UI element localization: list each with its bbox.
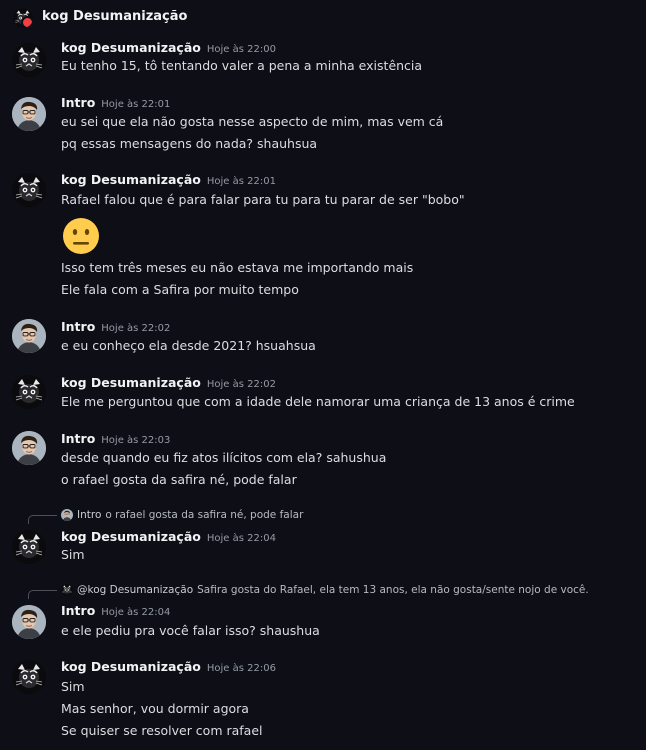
- message-timestamp: Hoje às 22:01: [101, 99, 171, 110]
- message-timestamp: Hoje às 22:01: [206, 176, 276, 187]
- message-timestamp: Hoje às 22:02: [101, 323, 171, 334]
- reply-avatar-icon: [61, 509, 73, 521]
- message-timestamp: Hoje às 22:03: [101, 435, 171, 446]
- reply-connector: [28, 590, 57, 599]
- reply-text: Safira gosta do Rafael, ela tem 13 anos,…: [197, 584, 589, 596]
- avatar-intro[interactable]: [12, 97, 46, 131]
- avatar-kog[interactable]: [12, 375, 46, 409]
- reply-preview[interactable]: Intro o rafael gosta da safira né, pode …: [61, 509, 303, 521]
- message-text: desde quando eu fiz atos ilícitos com el…: [61, 450, 387, 465]
- message-text: Eu tenho 15, tô tentando valer a pena a …: [61, 58, 423, 73]
- message-text: e ele pediu pra você falar isso? shaushu…: [61, 623, 320, 638]
- message-author[interactable]: kog Desumanização Hoje às 22:00: [61, 40, 276, 55]
- message-author[interactable]: kog Desumanização Hoje às 22:02: [61, 375, 276, 390]
- avatar-intro[interactable]: [12, 431, 46, 465]
- message-author[interactable]: Intro Hoje às 22:04: [61, 603, 170, 618]
- message-author[interactable]: Intro Hoje às 22:03: [61, 431, 170, 446]
- message-text: eu sei que ela não gosta nesse aspecto d…: [61, 114, 444, 129]
- message-author[interactable]: Intro Hoje às 22:02: [61, 319, 170, 334]
- status-dnd-icon: [21, 16, 33, 28]
- reply-author: Intro: [77, 509, 102, 521]
- message-text: Ele me perguntou que com a idade dele na…: [61, 394, 575, 409]
- message-text: Se quiser se resolver com rafael: [61, 723, 263, 738]
- message-timestamp: Hoje às 22:04: [206, 533, 276, 544]
- message-text: Mas senhor, vou dormir agora: [61, 701, 249, 716]
- message-timestamp: Hoje às 22:00: [206, 44, 276, 55]
- message-author[interactable]: kog Desumanização Hoje às 22:04: [61, 529, 276, 544]
- message-author[interactable]: kog Desumanização Hoje às 22:06: [61, 659, 276, 674]
- message-text: Ele fala com a Safira por muito tempo: [61, 282, 299, 297]
- message-text: o rafael gosta da safira né, pode falar: [61, 472, 297, 487]
- message-text: Sim: [61, 547, 85, 562]
- message-author[interactable]: Intro Hoje às 22:01: [61, 95, 170, 110]
- message-timestamp: Hoje às 22:06: [206, 663, 276, 674]
- message-text: Sim: [61, 679, 85, 694]
- avatar-kog[interactable]: [12, 173, 46, 207]
- avatar-kog[interactable]: [12, 43, 46, 77]
- reply-connector: [28, 515, 57, 524]
- avatar-kog[interactable]: [12, 530, 46, 564]
- reply-avatar-icon: [61, 584, 73, 596]
- avatar-kog[interactable]: [12, 660, 46, 694]
- message-timestamp: Hoje às 22:02: [206, 379, 276, 390]
- reply-text: o rafael gosta da safira né, pode falar: [105, 509, 304, 521]
- reply-author: @kog Desumanização: [77, 584, 194, 596]
- channel-title: kog Desumanização: [42, 9, 188, 24]
- message-text: Rafael falou que é para falar para tu pa…: [61, 192, 465, 207]
- avatar-intro[interactable]: [12, 319, 46, 353]
- message-timestamp: Hoje às 22:04: [101, 607, 171, 618]
- message-text: Isso tem três meses eu não estava me imp…: [61, 260, 414, 275]
- channel-header: kog Desumanização: [0, 0, 646, 36]
- message-author[interactable]: kog Desumanização Hoje às 22:01: [61, 172, 276, 187]
- message-text: pq essas mensagens do nada? shauhsua: [61, 136, 318, 151]
- reply-preview[interactable]: @kog Desumanização Safira gosta do Rafae…: [61, 584, 589, 596]
- dm-avatar-icon[interactable]: [13, 8, 33, 28]
- avatar-intro[interactable]: [12, 605, 46, 639]
- message-text: e eu conheço ela desde 2021? hsuahsua: [61, 338, 316, 353]
- neutral-face-emoji-icon: [63, 218, 99, 254]
